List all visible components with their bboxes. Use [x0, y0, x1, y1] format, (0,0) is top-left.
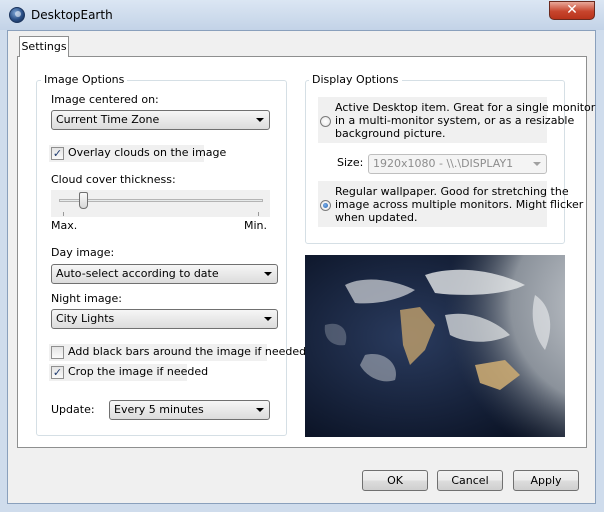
crop-label: Crop the image if needed — [68, 365, 209, 378]
black-bars-label: Add black bars around the image if neede… — [68, 345, 307, 358]
slider-max-label: Min. — [244, 219, 268, 232]
slider-track — [59, 199, 263, 202]
black-bars-checkbox[interactable]: Add black bars around the image if neede… — [49, 344, 306, 361]
wallpaper-line-2: image across multiple monitors. Might fl… — [335, 198, 584, 211]
close-icon: ✕ — [566, 2, 578, 18]
crop-checkbox[interactable]: ✓ Crop the image if needed — [49, 364, 208, 381]
window-title: DesktopEarth — [31, 8, 113, 22]
close-button[interactable]: ✕ — [549, 1, 595, 20]
centered-label: Image centered on: — [51, 93, 159, 106]
chevron-down-icon — [256, 118, 264, 122]
chevron-down-icon — [264, 317, 272, 321]
chevron-down-icon — [533, 162, 541, 166]
chevron-down-icon — [264, 272, 272, 276]
check-icon: ✓ — [51, 366, 64, 379]
cancel-button[interactable]: Cancel — [437, 470, 503, 491]
check-icon: ✓ — [51, 147, 64, 160]
day-image-value: Auto-select according to date — [56, 267, 219, 280]
centered-select-value: Current Time Zone — [56, 113, 160, 126]
checkbox-box — [51, 346, 64, 359]
cloud-thickness-label: Cloud cover thickness: — [51, 173, 176, 186]
apply-button[interactable]: Apply — [513, 470, 579, 491]
image-options-legend: Image Options — [41, 73, 128, 86]
update-value: Every 5 minutes — [114, 403, 204, 416]
size-select[interactable]: 1920x1080 - \\.\DISPLAY1 — [368, 154, 547, 174]
wallpaper-radio[interactable] — [320, 200, 331, 211]
active-desktop-line-3: background picture. — [335, 127, 446, 140]
update-label: Update: — [51, 403, 95, 416]
size-value: 1920x1080 - \\.\DISPLAY1 — [373, 157, 514, 170]
active-desktop-line-2: in a multi-monitor system, or as a resiz… — [335, 114, 575, 127]
title-bar[interactable]: DesktopEarth ✕ — [0, 0, 604, 30]
active-desktop-radio[interactable] — [320, 116, 331, 127]
wallpaper-line-1: Regular wallpaper. Good for stretching t… — [335, 185, 569, 198]
night-image-label: Night image: — [51, 292, 123, 305]
slider-min-label: Max. — [51, 219, 78, 232]
globe-icon — [9, 7, 25, 23]
night-image-select[interactable]: City Lights — [51, 309, 278, 329]
slider-thumb[interactable] — [78, 192, 88, 209]
day-image-select[interactable]: Auto-select according to date — [51, 264, 278, 284]
update-select[interactable]: Every 5 minutes — [109, 400, 270, 420]
slider-tick — [258, 212, 259, 216]
chevron-down-icon — [256, 408, 264, 412]
wallpaper-line-3: when updated. — [335, 211, 418, 224]
wallpaper-option[interactable]: Regular wallpaper. Good for stretching t… — [318, 181, 583, 227]
ok-button[interactable]: OK — [362, 470, 428, 491]
earth-preview-image — [305, 255, 565, 437]
earth-preview-graphic — [305, 255, 565, 437]
overlay-clouds-label: Overlay clouds on the image — [68, 146, 227, 159]
night-image-value: City Lights — [56, 312, 115, 325]
day-image-label: Day image: — [51, 246, 115, 259]
cloud-thickness-slider[interactable] — [51, 190, 270, 217]
active-desktop-option[interactable]: Active Desktop item. Great for a single … — [318, 97, 595, 143]
centered-select[interactable]: Current Time Zone — [51, 110, 270, 130]
size-label: Size: — [337, 156, 364, 169]
overlay-clouds-checkbox[interactable]: ✓ Overlay clouds on the image — [49, 145, 226, 162]
active-desktop-line-1: Active Desktop item. Great for a single … — [335, 101, 596, 114]
tab-settings[interactable]: Settings — [19, 36, 69, 57]
slider-tick — [63, 212, 64, 216]
display-options-legend: Display Options — [309, 73, 402, 86]
